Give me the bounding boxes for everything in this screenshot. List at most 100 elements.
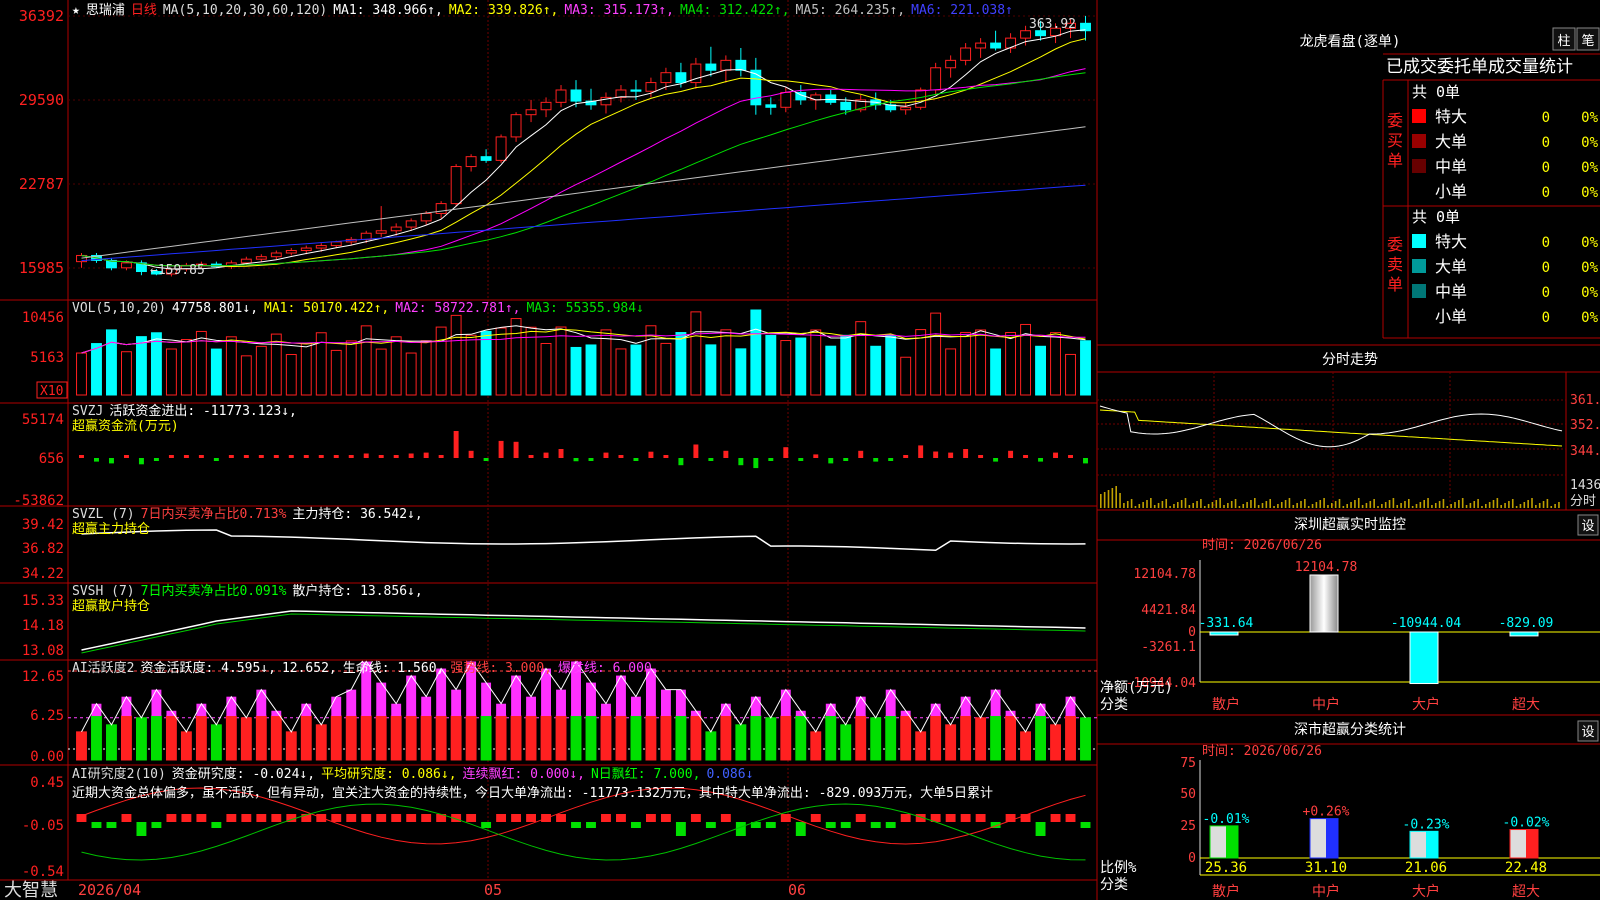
minute-vol-bar (1246, 502, 1248, 508)
classify-value: 25.36 (1205, 860, 1247, 876)
candle-body (375, 230, 387, 234)
minute-vol-bar (1488, 502, 1491, 508)
volume-bar (1080, 340, 1091, 396)
classify-tick: 50 (1180, 787, 1196, 802)
flow-bar (183, 455, 189, 458)
candle-body (780, 91, 792, 108)
flow-bar (843, 458, 849, 461)
research-bar (765, 822, 776, 828)
flow-tick: 656 (39, 451, 64, 467)
research-bar (556, 814, 566, 822)
classify-set-label: 设 (1581, 725, 1594, 740)
sell-row-pct: 0% (1581, 310, 1598, 326)
sell-label-char: 委 (1387, 235, 1403, 254)
minute-vol-bar (1165, 499, 1168, 508)
hold-tick: 36.82 (22, 541, 64, 557)
terminal-canvas[interactable]: 36392 29590 22787 15985 10456 5163 X10 55174 656… (0, 0, 1600, 900)
activity-bar-peak (750, 696, 761, 717)
research-bar (271, 814, 282, 822)
sell-total: 共 0单 (1412, 208, 1460, 226)
minute-vol-bar (1242, 504, 1245, 508)
candle-body (495, 136, 507, 161)
flow-bar (933, 451, 939, 458)
volume-bar (240, 355, 252, 396)
activity-bar (375, 715, 387, 761)
classify-ylabel: 比例% (1100, 860, 1137, 876)
minute-vol-bar (1408, 499, 1410, 508)
research-bar (421, 814, 432, 822)
activity-bar (360, 715, 372, 761)
volume-bar (660, 342, 672, 396)
sell-row-name: 特大 (1435, 232, 1467, 251)
activity-bar (195, 715, 207, 761)
classify-cat: 散户 (1212, 883, 1240, 900)
vol-title-4: MA3: 55355.984↓ (526, 301, 643, 316)
activity-bar-peak (660, 689, 671, 717)
flow-bar (393, 455, 399, 458)
minute-vol-bar (1196, 501, 1198, 508)
kline-title-1: 思瑞浦 (86, 3, 125, 18)
research-tick: 0.45 (30, 775, 64, 791)
candle-body (570, 89, 582, 102)
minute-vol-bar (1311, 504, 1314, 508)
research-bar (91, 822, 102, 828)
monitor-ylabel: 净额(万元) (1100, 680, 1173, 696)
monitor-tick: 4421.84 (1141, 603, 1196, 618)
activity-bar (915, 731, 927, 761)
kline-title-4: MA1: 348.966↑, (333, 3, 443, 18)
minute-vol-bar (1257, 505, 1260, 508)
monitor-tick: 0 (1188, 625, 1196, 640)
sell-swatch (1412, 234, 1426, 248)
activity-bar (615, 715, 627, 761)
research-bar (466, 814, 477, 822)
volume-bar (555, 326, 567, 396)
volume-bar (975, 329, 987, 396)
volume-bar (165, 348, 177, 396)
dragon-header: 已成交委托单成交量统计 (1386, 57, 1573, 77)
classify-bar-accent (1526, 829, 1538, 858)
minute-vol-bar (1184, 498, 1187, 508)
kline-title-6: MA3: 315.173↑, (564, 3, 674, 18)
volume-bar (945, 348, 957, 396)
volume-bar (630, 344, 642, 396)
activity-bar (840, 724, 852, 761)
flow-bar (483, 458, 489, 461)
flow-bar (378, 455, 384, 458)
research-tick: -0.54 (22, 864, 64, 880)
flow-bar (918, 445, 924, 458)
research-bar (840, 822, 851, 828)
minute-vol-bar (1180, 500, 1183, 508)
activity-bar (990, 715, 1002, 761)
volume-bar (885, 334, 897, 396)
activity-bar (330, 715, 342, 761)
activity-bar (930, 715, 942, 761)
monitor-bar (1309, 574, 1339, 633)
minute-vol-bar (1188, 505, 1191, 508)
minute-vol-bar (1554, 504, 1556, 508)
sell-row-name: 中单 (1435, 282, 1467, 301)
activity-tick: 0.00 (30, 749, 64, 765)
research-bar (361, 814, 372, 822)
flow-bar (828, 458, 834, 464)
research-bar (511, 814, 522, 822)
minute-vol-bar (1400, 503, 1402, 508)
monitor-cat: 大户 (1412, 696, 1440, 713)
volume-bar (375, 348, 387, 396)
minute-vol-bar (1334, 501, 1337, 508)
sell-row-pct: 0% (1581, 285, 1598, 301)
minute-vol-bar (1292, 505, 1295, 508)
minute-vol-bar (1519, 504, 1522, 508)
activity-bar (315, 724, 327, 761)
volume-tick: 5163 (30, 350, 64, 366)
flow-bar (123, 455, 129, 458)
flow-bar (678, 458, 684, 466)
flow-bar (543, 452, 549, 458)
activity-bar-peak (151, 689, 162, 717)
svzl-title-0: SVZL (7) (72, 507, 135, 522)
flow-bar (1038, 458, 1044, 462)
candle-body (330, 241, 342, 247)
minute-vol-bar (1473, 501, 1476, 508)
activity-bar (855, 715, 867, 761)
activity-bar (390, 715, 402, 761)
minute-vol-bar (1250, 500, 1252, 508)
